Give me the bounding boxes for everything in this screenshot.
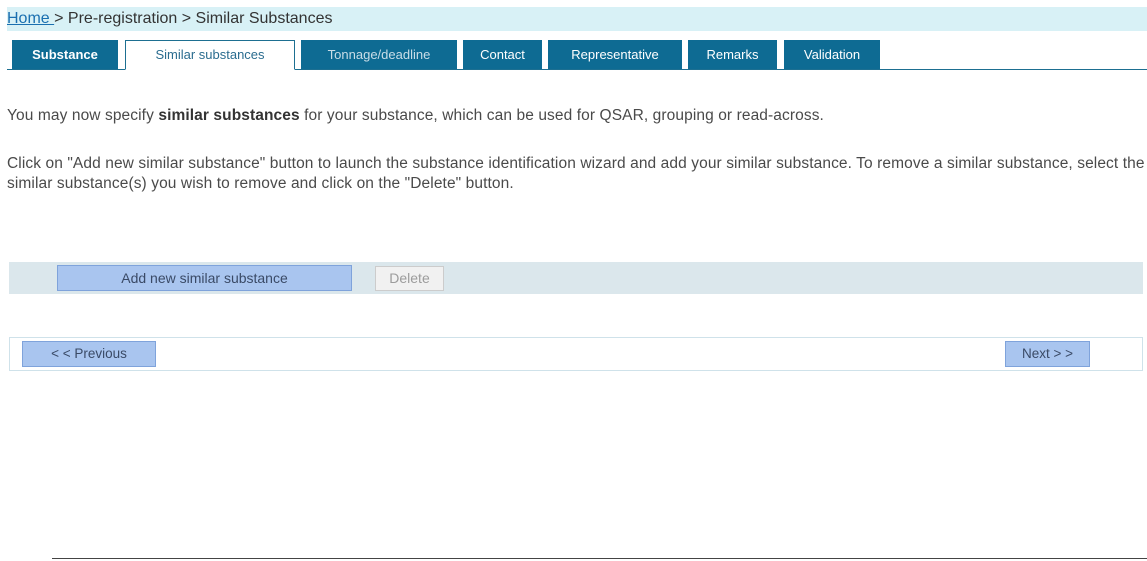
tab-remarks[interactable]: Remarks	[688, 40, 777, 69]
tab-representative[interactable]: Representative	[548, 40, 682, 69]
add-similar-substance-button[interactable]: Add new similar substance	[57, 265, 352, 291]
delete-button: Delete	[375, 266, 444, 291]
next-button[interactable]: Next > >	[1005, 341, 1090, 367]
action-bar: Add new similar substance Delete	[9, 262, 1143, 294]
navigation-bar: < < Previous Next > >	[9, 337, 1143, 371]
tab-contact[interactable]: Contact	[463, 40, 542, 69]
intro-text-post: for your substance, which can be used fo…	[299, 107, 824, 124]
breadcrumb: Home > Pre-registration > Similar Substa…	[7, 7, 1147, 31]
tab-tonnage-deadline[interactable]: Tonnage/deadline	[301, 40, 457, 69]
intro-instructions: Click on "Add new similar substance" but…	[7, 155, 1145, 192]
breadcrumb-trail: > Pre-registration > Similar Substances	[54, 10, 333, 27]
page: Home > Pre-registration > Similar Substa…	[0, 0, 1147, 561]
footer-divider	[52, 558, 1147, 559]
intro-text-pre: You may now specify	[7, 107, 159, 124]
previous-button[interactable]: < < Previous	[22, 341, 156, 367]
tab-similar-substances[interactable]: Similar substances	[125, 40, 295, 70]
breadcrumb-home-link[interactable]: Home	[7, 10, 54, 27]
tab-substance[interactable]: Substance	[12, 40, 118, 69]
tab-bar: Substance Similar substances Tonnage/dea…	[7, 40, 1147, 70]
intro-text-bold: similar substances	[158, 107, 300, 124]
intro-line-1: You may now specify similar substances f…	[7, 106, 1147, 126]
tab-validation[interactable]: Validation	[784, 40, 880, 69]
